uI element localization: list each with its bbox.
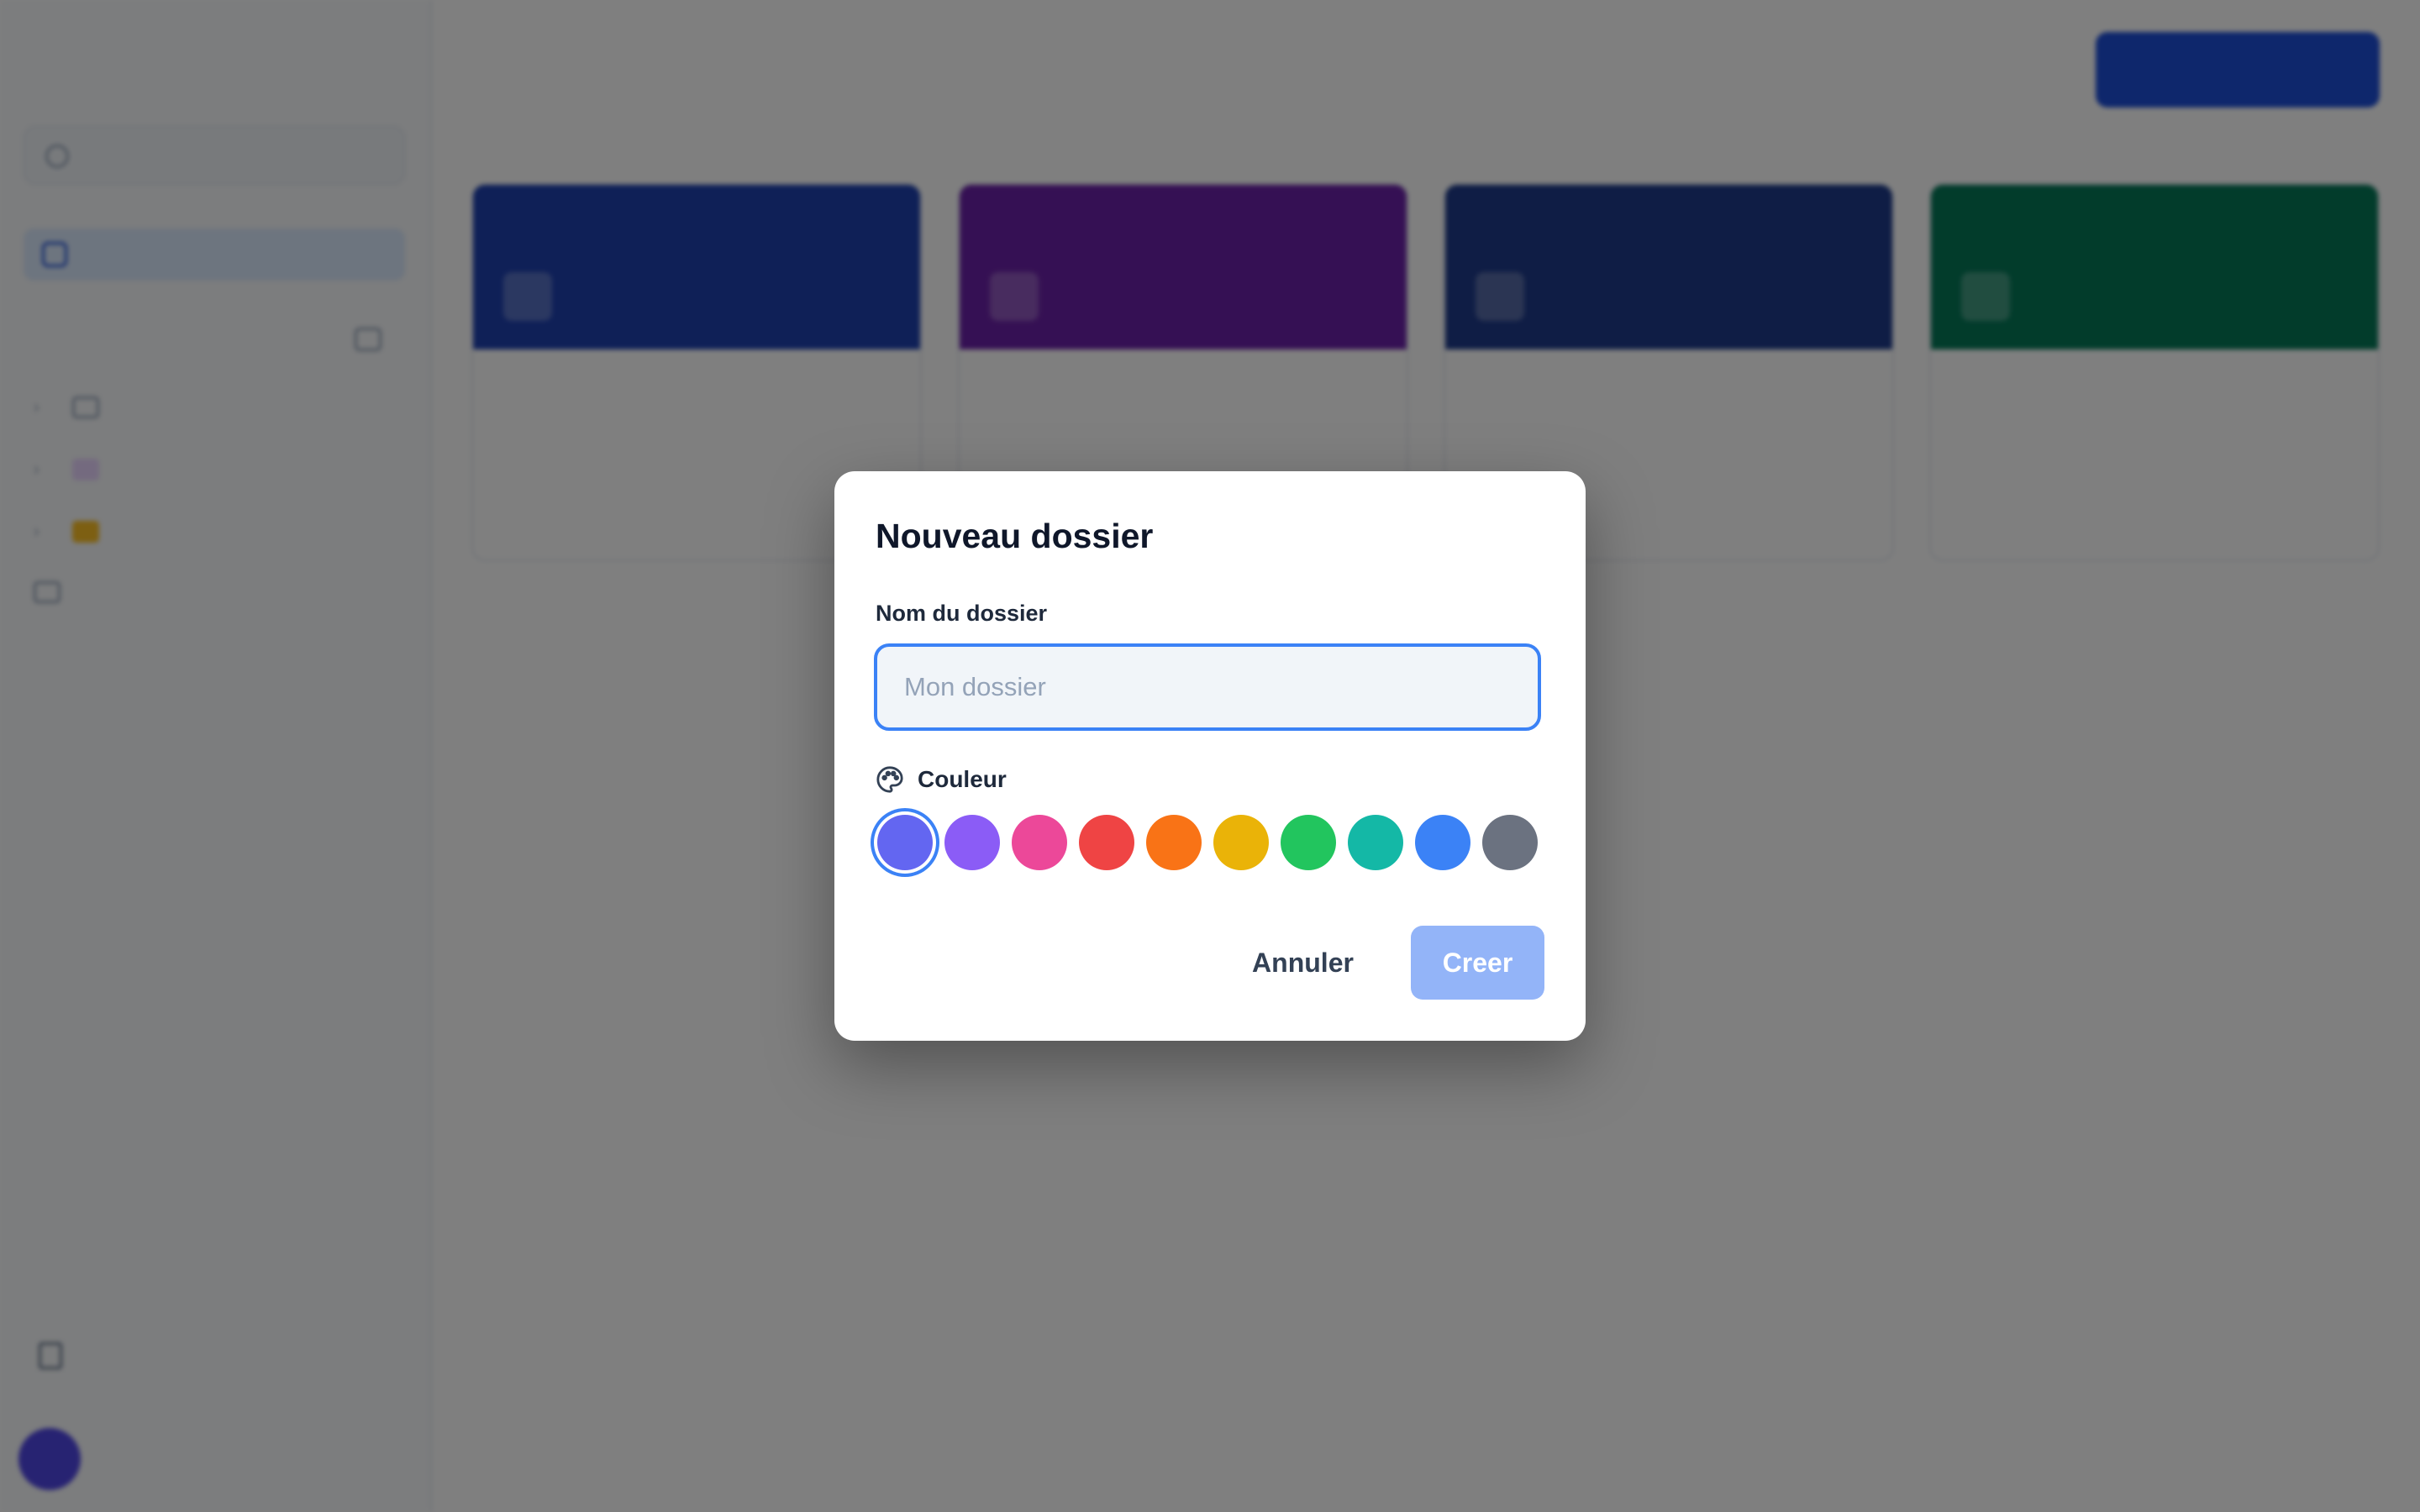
create-button[interactable]: Creer xyxy=(1411,926,1544,1000)
color-swatch[interactable] xyxy=(1012,815,1067,870)
color-swatch[interactable] xyxy=(877,815,933,870)
color-swatch[interactable] xyxy=(1415,815,1470,870)
cancel-button[interactable]: Annuler xyxy=(1239,926,1367,1000)
color-header: Couleur xyxy=(876,765,1007,794)
color-swatch[interactable] xyxy=(1146,815,1202,870)
palette-icon xyxy=(876,766,903,793)
color-swatch[interactable] xyxy=(1079,815,1134,870)
folder-name-label: Nom du dossier xyxy=(876,601,1048,626)
dialog-title: Nouveau dossier xyxy=(876,517,1154,555)
color-swatches xyxy=(874,815,1546,879)
color-swatch[interactable] xyxy=(1348,815,1403,870)
color-swatch[interactable] xyxy=(1482,815,1538,870)
color-swatch[interactable] xyxy=(1213,815,1269,870)
color-label: Couleur xyxy=(918,766,1007,792)
color-swatch[interactable] xyxy=(944,815,1000,870)
folder-name-input[interactable] xyxy=(874,643,1541,731)
new-folder-dialog: Nouveau dossier Nom du dossier Couleur A… xyxy=(834,471,1586,1041)
color-swatch[interactable] xyxy=(1281,815,1336,870)
